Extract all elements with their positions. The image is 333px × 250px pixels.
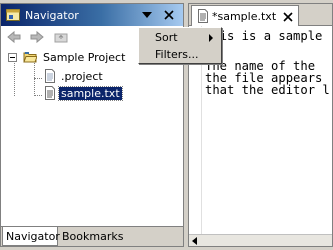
navigator-title-bar[interactable]: Navigator — [1, 4, 183, 26]
navigator-view-icon — [6, 9, 20, 21]
editor-line: that the editor l — [205, 83, 330, 97]
view-menu-icon[interactable] — [141, 10, 153, 20]
text-file-icon — [198, 9, 208, 23]
tree-item-label: Sample Project — [43, 51, 126, 64]
tree-item-label: sample.txt — [58, 86, 123, 101]
menu-item-label: Filters... — [155, 48, 199, 61]
navigator-title: Navigator — [25, 9, 79, 22]
tab-sample-txt[interactable]: *sample.txt — [191, 5, 299, 26]
text-file-icon — [45, 86, 55, 100]
submenu-arrow-icon — [209, 34, 213, 42]
editor-tab-title: *sample.txt — [212, 10, 277, 23]
horizontal-scrollbar[interactable] — [189, 234, 332, 246]
navigator-tree: Sample Project .project sample.txt — [1, 49, 183, 226]
editor-line: This is a sample — [205, 29, 323, 43]
navigator-bottom-tabs: Navigator Bookmarks — [1, 226, 183, 246]
scroll-left-arrow-icon[interactable] — [192, 237, 197, 245]
tab-bookmarks[interactable]: Bookmarks — [59, 227, 123, 246]
menu-item-label: Sort — [155, 31, 178, 44]
up-folder-icon[interactable] — [53, 30, 69, 44]
view-menu-popup: Sort Filters... — [138, 27, 222, 64]
tree-item-label: .project — [61, 70, 103, 83]
back-arrow-icon[interactable] — [6, 30, 22, 44]
editor-tab-bar: *sample.txt — [189, 4, 332, 26]
project-folder-icon — [23, 52, 37, 63]
close-icon[interactable] — [282, 11, 294, 23]
menu-item-filters[interactable]: Filters... — [140, 46, 220, 63]
close-icon[interactable] — [163, 9, 175, 21]
tree-item-project-file[interactable]: .project — [1, 69, 185, 85]
collapse-toggle-icon[interactable] — [8, 53, 17, 62]
tab-navigator[interactable]: Navigator — [2, 227, 60, 246]
editor-text-area[interactable]: This is a sample The name of the the fil… — [203, 26, 332, 234]
menu-item-sort[interactable]: Sort — [140, 29, 220, 46]
forward-arrow-icon[interactable] — [29, 30, 45, 44]
file-icon — [45, 69, 55, 83]
tree-item-sample-txt[interactable]: sample.txt — [1, 86, 185, 102]
